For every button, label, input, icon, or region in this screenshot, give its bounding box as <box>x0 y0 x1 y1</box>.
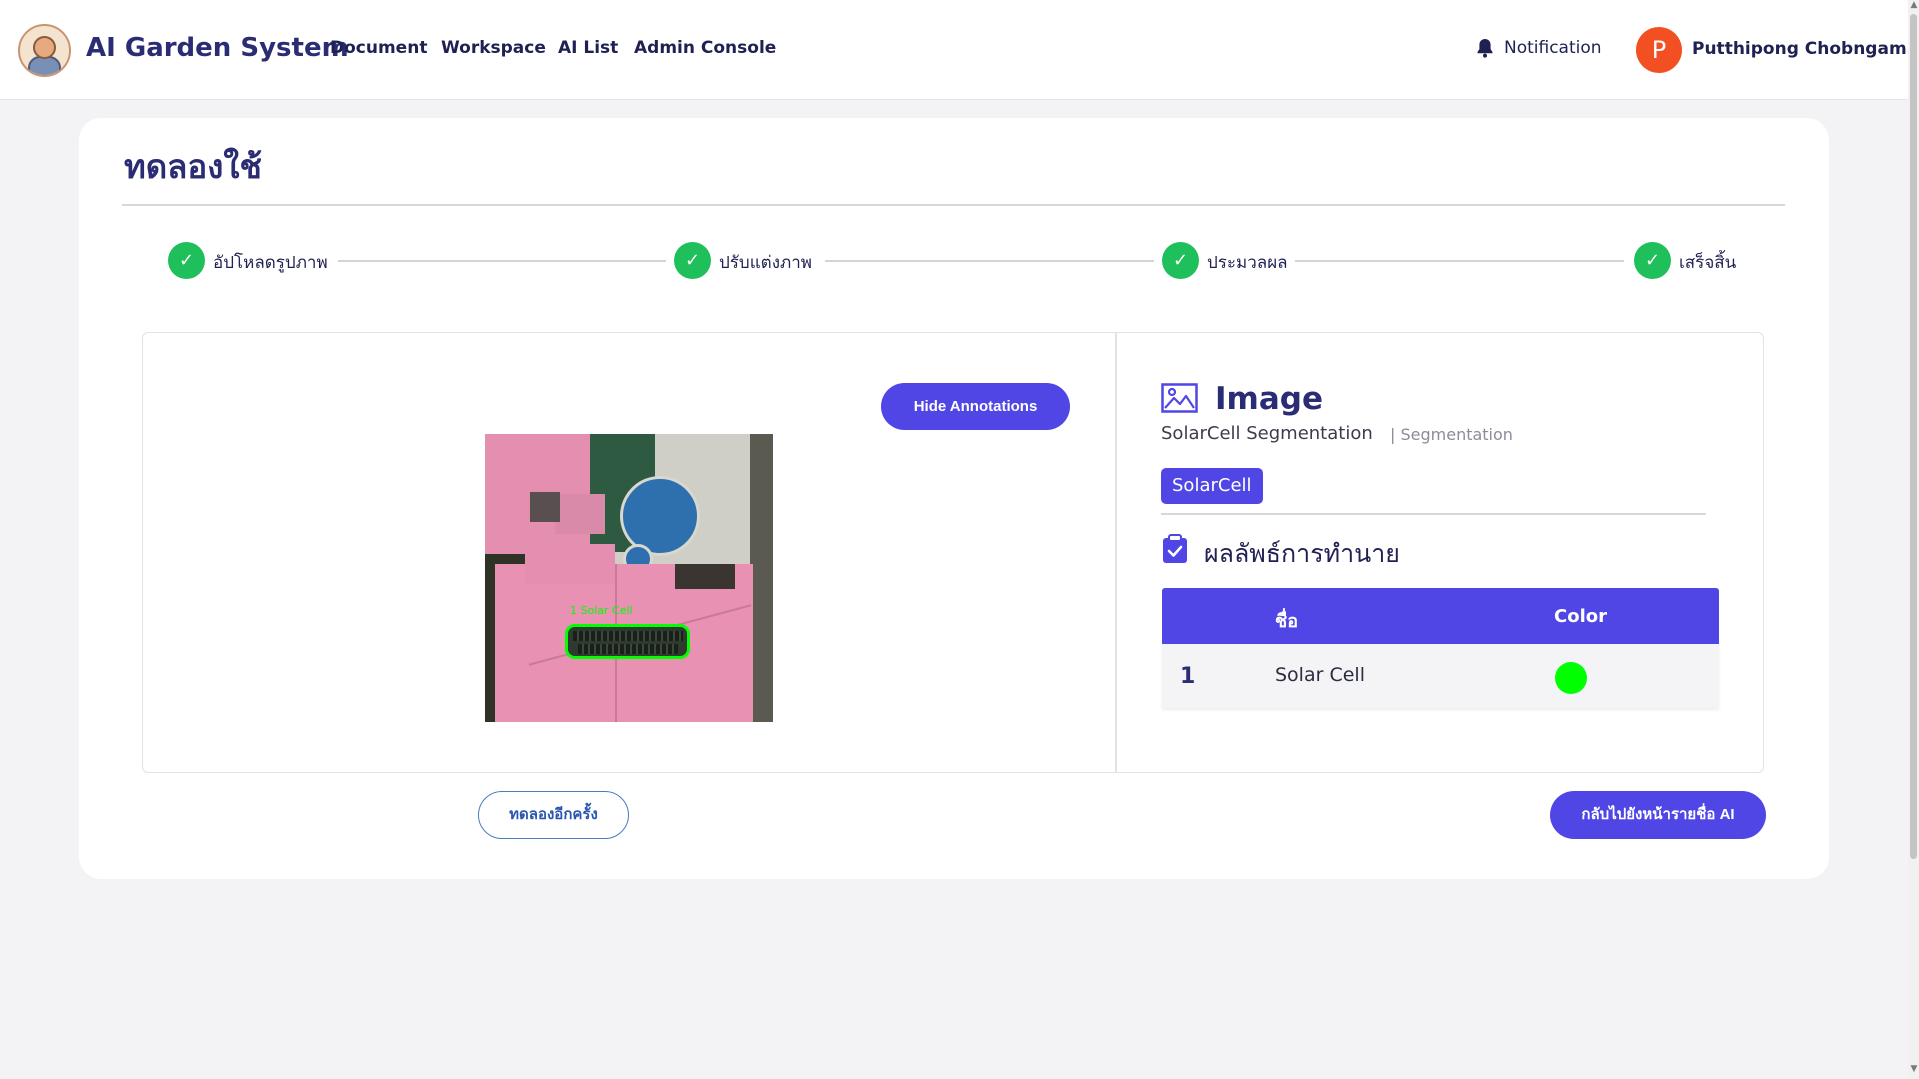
step-2-label: ปรับแต่งภาพ <box>719 253 812 273</box>
back-to-ai-list-button[interactable]: กลับไปยังหน้ารายชื่อ AI <box>1550 791 1766 839</box>
step-4-label: เสร็จสิ้น <box>1679 253 1737 273</box>
bell-icon <box>1477 39 1493 58</box>
nav-ai-list[interactable]: AI List <box>558 38 618 58</box>
logo-figure-body <box>28 56 61 75</box>
nav-admin-console[interactable]: Admin Console <box>634 38 776 58</box>
brand-name[interactable]: AI Garden System <box>86 33 349 63</box>
nav-workspace[interactable]: Workspace <box>441 38 546 58</box>
step-3-check-icon: ✓ <box>1162 242 1199 279</box>
scroll-down-arrow-icon[interactable]: ▼ <box>1909 1064 1919 1074</box>
title-divider <box>122 204 1785 206</box>
image-icon <box>1161 383 1198 413</box>
nav-document[interactable]: Document <box>330 38 427 58</box>
column-header-color: Color <box>1554 606 1607 627</box>
row-color-swatch <box>1555 662 1587 694</box>
annotation-mask <box>565 624 690 659</box>
result-image: 1 Solar Cell <box>485 434 773 722</box>
result-title: ผลลัพธ์การทำนาย <box>1204 539 1400 568</box>
class-tag[interactable]: SolarCell <box>1161 468 1263 504</box>
section-title: Image <box>1215 381 1323 417</box>
app-logo[interactable] <box>18 24 71 77</box>
column-header-name: ชื่อ <box>1275 611 1299 632</box>
scrollbar-thumb[interactable] <box>1910 14 1917 859</box>
step-4-check-icon: ✓ <box>1634 242 1671 279</box>
user-name[interactable]: Putthipong Chobngam <box>1692 39 1907 59</box>
step-1-label: อัปโหลดรูปภาพ <box>213 253 328 273</box>
step-1-check-icon: ✓ <box>168 242 205 279</box>
annotation-label: 1 Solar Cell <box>570 604 633 617</box>
notification-label: Notification <box>1504 38 1602 58</box>
result-table-header: ชื่อ Color <box>1162 588 1719 644</box>
logo-figure-face <box>33 36 56 59</box>
model-type: | Segmentation <box>1390 425 1513 444</box>
notification-button[interactable]: Notification <box>1476 38 1602 58</box>
try-again-button[interactable]: ทดลองอีกครั้ง <box>478 791 629 839</box>
table-row: 1 Solar Cell <box>1162 644 1719 708</box>
step-connector-2 <box>825 260 1154 262</box>
step-3-label: ประมวลผล <box>1207 253 1288 273</box>
hide-annotations-button[interactable]: Hide Annotations <box>881 383 1070 430</box>
user-avatar[interactable]: P <box>1636 27 1682 73</box>
step-2-check-icon: ✓ <box>674 242 711 279</box>
scroll-up-arrow-icon[interactable]: ▲ <box>1909 0 1919 10</box>
row-index: 1 <box>1180 664 1196 689</box>
row-class-name: Solar Cell <box>1275 664 1365 686</box>
clipboard-check-icon <box>1163 534 1187 563</box>
step-connector-1 <box>338 260 666 262</box>
info-divider <box>1161 513 1706 515</box>
step-connector-3 <box>1295 260 1624 262</box>
model-name: SolarCell Segmentation <box>1161 423 1373 444</box>
page-title: ทดลองใช้ <box>124 147 262 186</box>
